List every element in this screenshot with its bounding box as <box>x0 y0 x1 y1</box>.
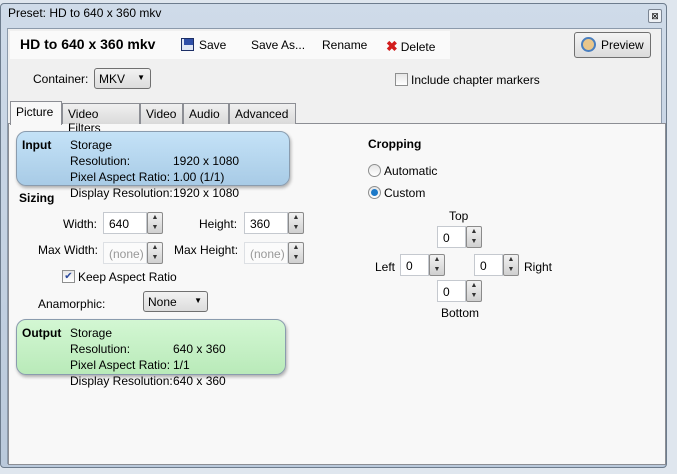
value: 640 x 360 <box>173 374 226 388</box>
crop-right-input[interactable]: 0 <box>474 254 503 276</box>
container-select[interactable]: MKV ▼ <box>94 68 151 89</box>
include-chapter-markers-label: Include chapter markers <box>411 73 540 87</box>
crop-left-input[interactable]: 0 <box>400 254 429 276</box>
delete-button[interactable]: ✖ Delete <box>386 38 435 55</box>
output-title: Output <box>22 326 62 340</box>
output-par-row: Pixel Aspect Ratio: 1/1 <box>70 357 226 373</box>
preview-label: Preview <box>601 38 644 52</box>
save-label: Save <box>199 38 227 52</box>
input-display-row: Display Resolution:1920 x 1080 <box>70 185 239 201</box>
value: 1920 x 1080 <box>173 154 240 168</box>
custom-radio[interactable] <box>368 186 381 199</box>
value: 1920 x 1080 <box>173 186 240 200</box>
tab-video[interactable]: Video <box>140 103 183 124</box>
preview-magnifier-icon <box>581 37 596 52</box>
value: 1.00 (1/1) <box>173 170 225 184</box>
height-spinner[interactable]: ▲ ▼ <box>288 212 304 234</box>
crop-right-spinner[interactable]: ▲ ▼ <box>503 254 519 276</box>
keep-aspect-ratio-label: Keep Aspect Ratio <box>78 270 177 284</box>
width-input[interactable]: 640 <box>103 212 147 234</box>
crop-top-label: Top <box>449 209 469 223</box>
max-width-label: Max Width: <box>38 243 99 257</box>
anamorphic-label: Anamorphic: <box>38 297 106 311</box>
preview-button[interactable]: Preview <box>574 32 651 58</box>
anamorphic-value: None <box>148 295 177 309</box>
rename-button[interactable]: Rename <box>322 38 367 52</box>
delete-x-icon: ✖ <box>386 38 398 54</box>
max-height-label: Max Height: <box>174 243 239 257</box>
sizing-heading: Sizing <box>19 191 55 205</box>
value: 1/1 <box>173 358 190 372</box>
cropping-heading: Cropping <box>368 137 422 151</box>
crop-top-input[interactable]: 0 <box>437 226 466 248</box>
label: Pixel Aspect Ratio: <box>70 358 171 372</box>
label: Display Resolution: <box>70 186 173 200</box>
tab-video-filters[interactable]: Video Filters <box>62 103 140 135</box>
crop-bottom-input[interactable]: 0 <box>437 280 466 302</box>
input-title: Input <box>22 138 52 152</box>
label: Storage Resolution: <box>70 138 131 168</box>
label: Display Resolution: <box>70 374 173 388</box>
crop-bottom-spinner[interactable]: ▲ ▼ <box>466 280 482 302</box>
tab-audio[interactable]: Audio <box>183 103 229 124</box>
width-spinner[interactable]: ▲ ▼ <box>147 212 163 234</box>
label: Storage Resolution: <box>70 326 131 356</box>
input-par-row: Pixel Aspect Ratio: 1.00 (1/1) <box>70 169 239 185</box>
height-label: Height: <box>199 217 238 231</box>
max-height-spinner[interactable]: ▲ ▼ <box>288 242 304 264</box>
tab-picture[interactable]: Picture <box>10 101 62 125</box>
custom-label: Custom <box>384 186 426 200</box>
input-storage-row: Storage Resolution: 1920 x 1080 <box>70 137 239 169</box>
container-value: MKV <box>99 72 126 86</box>
crop-left-spinner[interactable]: ▲ ▼ <box>429 254 445 276</box>
automatic-radio[interactable] <box>368 164 381 177</box>
output-info-box: Output Storage Resolution: 640 x 360 Pixe… <box>16 319 286 388</box>
window-title: Preset: HD to 640 x 360 mkv <box>8 6 162 20</box>
output-storage-row: Storage Resolution: 640 x 360 <box>70 325 226 357</box>
dropdown-arrow-icon: ▼ <box>194 296 202 305</box>
crop-bottom-label: Bottom <box>441 306 480 320</box>
keep-aspect-ratio-checkbox[interactable]: ✔ <box>62 270 75 283</box>
input-info-box: Input Storage Resolution: 1920 x 1080 Pix… <box>16 131 290 200</box>
max-width-spinner[interactable]: ▲ ▼ <box>147 242 163 264</box>
max-width-input[interactable]: (none) <box>103 242 147 264</box>
automatic-label: Automatic <box>384 164 438 178</box>
dropdown-arrow-icon: ▼ <box>137 73 145 82</box>
output-display-row: Display Resolution:640 x 360 <box>70 373 226 389</box>
label: Pixel Aspect Ratio: <box>70 170 171 184</box>
container-label: Container: <box>33 72 89 86</box>
width-label: Width: <box>63 217 98 231</box>
save-button[interactable]: Save <box>181 38 226 52</box>
include-chapter-markers-checkbox[interactable] <box>395 73 408 86</box>
save-as-button[interactable]: Save As... <box>251 38 305 52</box>
height-input[interactable]: 360 <box>244 212 288 234</box>
anamorphic-select[interactable]: None ▼ <box>143 291 208 312</box>
tab-advanced[interactable]: Advanced <box>229 103 296 124</box>
close-button[interactable]: ⊠ <box>648 9 662 23</box>
preset-name: HD to 640 x 360 mkv <box>20 36 156 52</box>
delete-label: Delete <box>400 40 436 54</box>
crop-right-label: Right <box>524 260 553 274</box>
max-height-input[interactable]: (none) <box>244 242 288 264</box>
floppy-disk-icon <box>181 38 194 51</box>
crop-top-spinner[interactable]: ▲ ▼ <box>466 226 482 248</box>
value: 640 x 360 <box>173 342 226 356</box>
crop-left-label: Left <box>375 260 396 274</box>
